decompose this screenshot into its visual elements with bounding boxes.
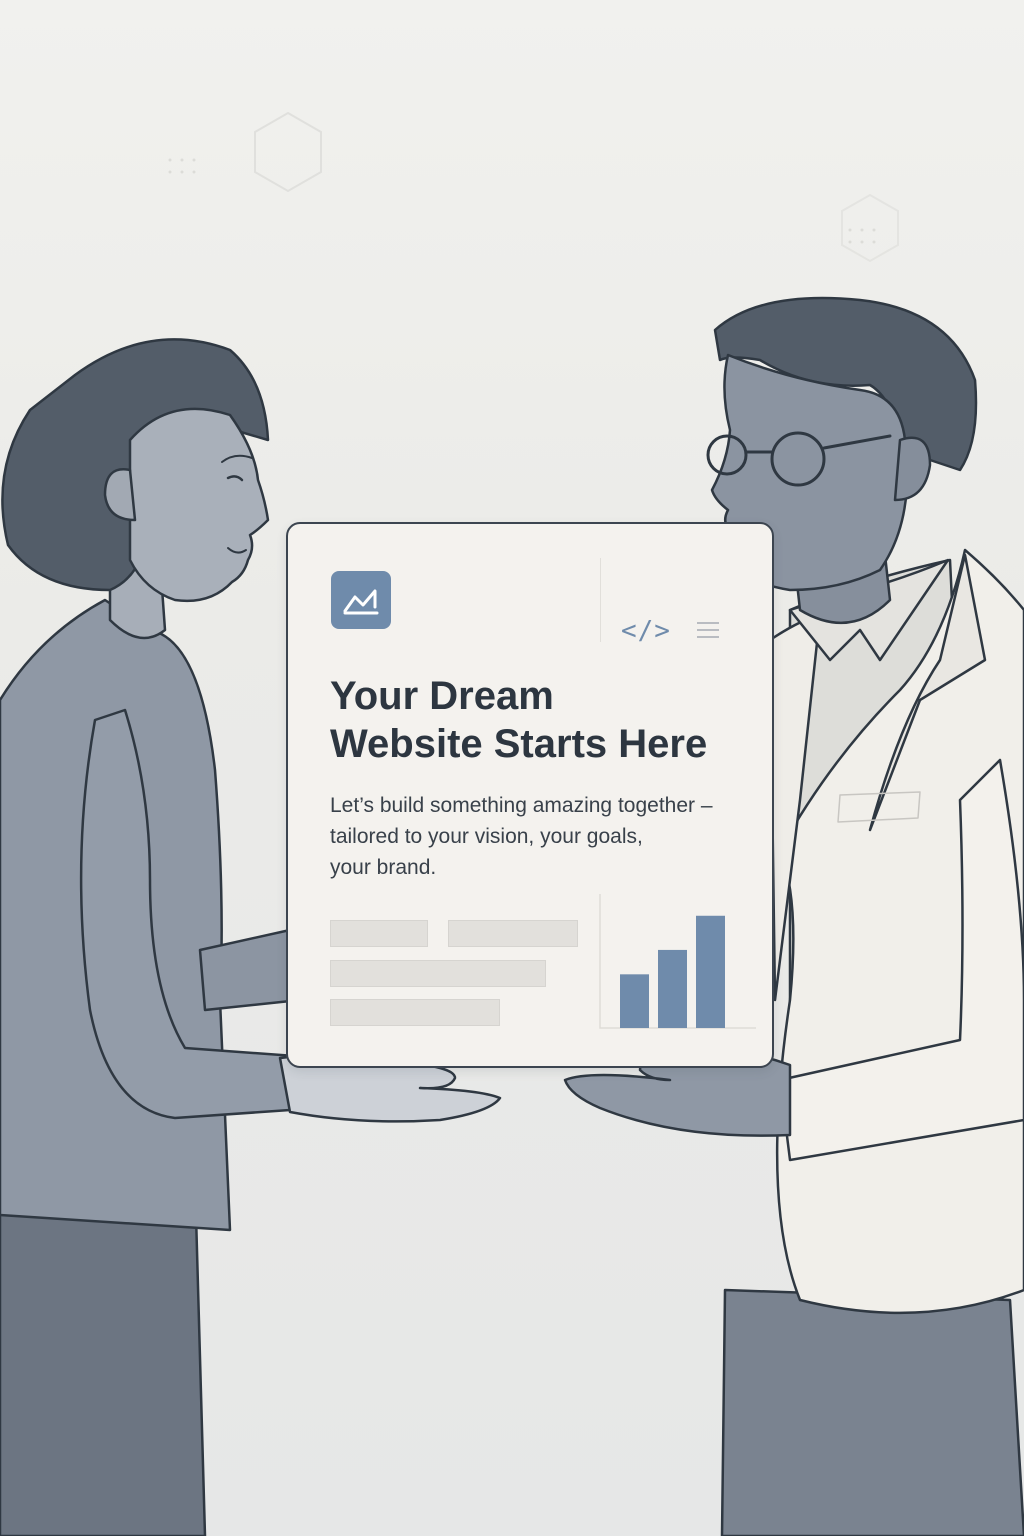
woman-pants bbox=[0, 1198, 207, 1536]
decorative-hexagon bbox=[841, 193, 899, 263]
bar-chart bbox=[598, 894, 758, 1030]
man-ear bbox=[893, 436, 932, 502]
headline-line-1: Your Dream bbox=[330, 674, 554, 718]
placeholder-bar bbox=[330, 920, 428, 947]
placeholder-bar bbox=[330, 960, 546, 987]
subheading-line-3: your brand. bbox=[330, 856, 437, 879]
website-mockup-card: </> Your Dream Website Starts Here Let’s… bbox=[286, 522, 774, 1068]
subheading-line-1: Let’s build something amazing together – bbox=[330, 794, 713, 817]
subheading-line-2: tailored to your vision, your goals, bbox=[330, 825, 643, 848]
woman-face bbox=[128, 407, 270, 603]
illustration-scene: </> Your Dream Website Starts Here Let’s… bbox=[0, 0, 1024, 1536]
code-brackets-icon[interactable]: </> bbox=[621, 618, 671, 644]
hamburger-menu-icon[interactable] bbox=[697, 622, 719, 643]
decorative-dots bbox=[168, 158, 876, 244]
man-trousers bbox=[720, 1288, 1024, 1536]
headline-line-2: Website Starts Here bbox=[330, 722, 708, 766]
trend-line-icon bbox=[331, 571, 391, 629]
toolbar: </> bbox=[600, 558, 751, 644]
chart-bar-1 bbox=[620, 974, 649, 1028]
placeholder-bar bbox=[330, 999, 500, 1026]
headline: Your Dream Website Starts Here bbox=[330, 672, 770, 768]
placeholder-bar bbox=[448, 920, 578, 947]
chart-bar-3 bbox=[696, 915, 725, 1028]
subheading: Let’s build something amazing together –… bbox=[330, 790, 760, 883]
bar-chart-svg bbox=[599, 894, 756, 1029]
decorative-hexagon bbox=[254, 111, 322, 193]
chart-bar-2 bbox=[658, 949, 687, 1028]
